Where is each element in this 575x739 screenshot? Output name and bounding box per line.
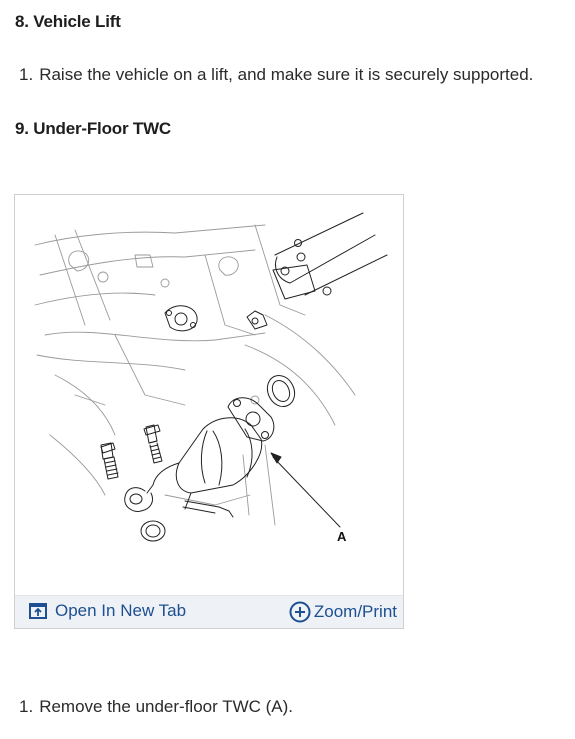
twc-diagram-figure: A Open In New Tab Zoom/Print bbox=[14, 194, 404, 629]
step-text: Raise the vehicle on a lift, and make su… bbox=[39, 65, 534, 84]
plus-circle-icon bbox=[289, 601, 311, 623]
callout-label-a: A bbox=[337, 529, 347, 544]
step-number: 1. bbox=[19, 697, 34, 716]
step-raise-vehicle: 1. Raise the vehicle on a lift, and make … bbox=[19, 65, 533, 85]
open-in-new-tab-label: Open In New Tab bbox=[55, 601, 187, 620]
zoom-print-label: Zoom/Print bbox=[313, 602, 397, 621]
step-text: Remove the under-floor TWC (A). bbox=[39, 697, 294, 716]
section-heading-under-floor-twc: 9. Under-Floor TWC bbox=[15, 119, 171, 138]
zoom-print-link[interactable]: Zoom/Print bbox=[289, 601, 397, 623]
step-remove-twc: 1. Remove the under-floor TWC (A). bbox=[19, 697, 293, 717]
figure-action-bar: Open In New Tab Zoom/Print bbox=[15, 595, 403, 628]
section-heading-vehicle-lift: 8. Vehicle Lift bbox=[15, 12, 121, 31]
step-number: 1. bbox=[19, 65, 34, 84]
open-in-new-tab-icon bbox=[29, 603, 47, 619]
open-in-new-tab-link[interactable]: Open In New Tab bbox=[29, 601, 186, 621]
